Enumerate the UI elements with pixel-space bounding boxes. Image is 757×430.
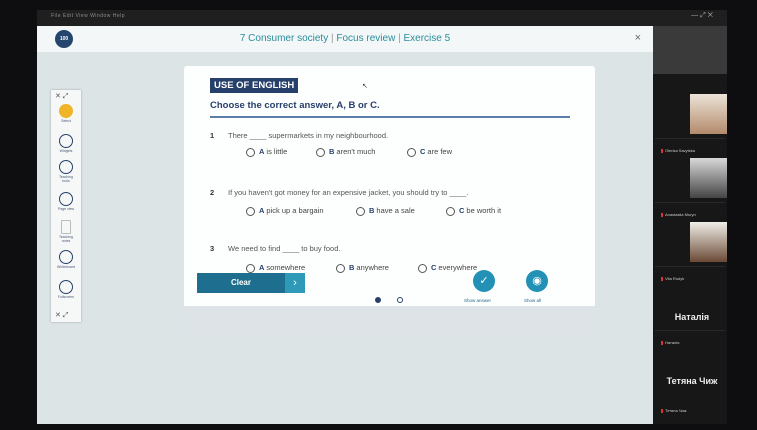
question-2: 2 If you haven't got money for an expensi…: [210, 188, 469, 197]
exercise-title: 7 Consumer society | Focus review | Exer…: [239, 33, 451, 44]
option-2c[interactable]: Cbe worth it: [446, 206, 501, 216]
question-3: 3 We need to find ____ to buy food.: [210, 244, 341, 253]
widgets-icon: [59, 134, 73, 148]
title-unit: 7 Consumer society: [239, 33, 329, 44]
radio-button: [246, 263, 255, 273]
radio-button: [316, 147, 325, 157]
page-dot-1[interactable]: [375, 297, 381, 303]
participant-display-name: Тетяна Чиж: [666, 376, 718, 386]
page-view-icon: [59, 192, 73, 206]
participants-panel: Olenka Savytska Anastasiia Muryn Vita Ro…: [653, 74, 727, 424]
show-answer-label: Show answer: [464, 298, 492, 303]
show-all-label: Show all: [524, 298, 542, 303]
show-answer-button[interactable]: ✓: [473, 270, 495, 292]
show-all-button[interactable]: ◉: [526, 270, 548, 292]
radio-button: [246, 147, 255, 157]
participant-tile[interactable]: Anastasiia Muryn: [655, 138, 727, 217]
shared-app-window: 100 7 Consumer society | Focus review | …: [37, 26, 653, 424]
eye-icon: ◉: [532, 275, 542, 287]
toolbar-collapse-controls[interactable]: ✕ ⤢: [55, 92, 68, 101]
select-tool[interactable]: Select: [56, 104, 76, 123]
radio-button: [336, 263, 345, 273]
instruction-text: Choose the correct answer, A, B or C.: [210, 100, 380, 111]
notes-icon: [61, 220, 71, 234]
option-3c[interactable]: Ceverywhere: [418, 263, 477, 273]
participant-tile[interactable]: Тетяна Чиж Тетяна Чиж: [655, 330, 725, 424]
mouse-cursor-icon: ↖: [362, 83, 368, 90]
radio-button: [356, 206, 365, 216]
participant-video: [690, 94, 727, 134]
checkmark-icon: ✓: [479, 275, 489, 287]
section-header: USE OF ENGLISH: [210, 78, 299, 93]
participant-video: [690, 158, 727, 198]
close-icon[interactable]: ×: [635, 32, 641, 44]
cursor-icon: [59, 104, 73, 118]
radio-button: [446, 206, 455, 216]
menu-items[interactable]: File Edit View Window Help: [51, 13, 125, 19]
menu-bar: File Edit View Window Help — ⤢ ✕: [37, 10, 727, 26]
teaching-tools-tool[interactable]: Teaching tools: [56, 160, 76, 183]
option-1b[interactable]: Baren't much: [316, 147, 375, 157]
title-section: Focus review: [336, 33, 396, 44]
whiteboard-icon: [59, 250, 73, 264]
divider: [210, 116, 570, 118]
participant-display-name: Наталія: [674, 312, 710, 322]
muted-mic-icon: [661, 408, 663, 413]
question-1: 1 There ____ supermarkets in my neighbour…: [210, 131, 389, 140]
radio-button: [407, 147, 416, 157]
clear-button[interactable]: Clear: [197, 273, 285, 293]
next-arrow-icon[interactable]: ›: [285, 273, 305, 293]
fullscreen-tool[interactable]: Fullscreen: [56, 280, 76, 299]
whiteboard-tool[interactable]: Whiteboard: [56, 250, 76, 269]
option-1a[interactable]: Ais little: [246, 147, 287, 157]
window-controls[interactable]: — ⤢ ✕: [691, 12, 713, 20]
exercise-footer: [184, 306, 595, 338]
radio-button: [246, 206, 255, 216]
option-1c[interactable]: Care few: [407, 147, 452, 157]
participant-tile[interactable]: Vita Rodyk: [655, 202, 727, 281]
radio-button: [418, 263, 427, 273]
app-title-bar: 100 7 Consumer society | Focus review | …: [37, 26, 653, 52]
page-dot-2[interactable]: [397, 297, 403, 303]
widgets-tool[interactable]: Widgets: [56, 134, 76, 153]
page-view-tool[interactable]: Page view: [56, 192, 76, 211]
option-2a[interactable]: Apick up a bargain: [246, 206, 324, 216]
teaching-toolbar: ✕ ⤢ Select Widgets Teaching tools Page v…: [51, 90, 81, 322]
title-exercise: Exercise 5: [403, 33, 451, 44]
teaching-notes-tool[interactable]: Teaching notes: [56, 220, 76, 243]
toolbar-bottom-controls[interactable]: ✕ ⤢: [55, 311, 68, 320]
participant-tile[interactable]: Olenka Savytska: [655, 74, 727, 153]
option-2b[interactable]: Bhave a sale: [356, 206, 415, 216]
participant-tile[interactable]: Наталія Наталія: [655, 266, 725, 345]
option-3b[interactable]: Banywhere: [336, 263, 389, 273]
option-3a[interactable]: Asomewhere: [246, 263, 305, 273]
tools-icon: [59, 160, 73, 174]
fullscreen-icon: [59, 280, 73, 294]
meeting-window: File Edit View Window Help — ⤢ ✕ 100 7 C…: [37, 10, 727, 424]
participant-video: [690, 222, 727, 262]
